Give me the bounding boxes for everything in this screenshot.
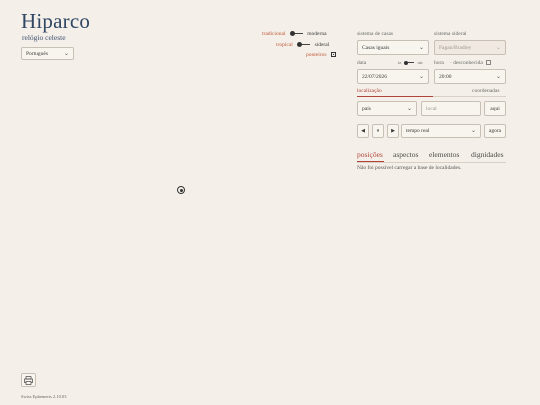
tab-positions[interactable]: posições — [357, 150, 383, 159]
house-system-select[interactable]: Casas iguais ⌄ — [357, 40, 429, 55]
time-value: 20:00 — [439, 74, 452, 80]
chevron-down-icon: ⌄ — [495, 74, 501, 80]
chevron-down-icon: ⌄ — [470, 128, 476, 134]
unknown-time-toggle[interactable]: · desconhecida — [450, 60, 492, 66]
toggle-zodiac-switch[interactable] — [297, 42, 311, 48]
unknown-time-checkbox[interactable] — [486, 60, 492, 66]
tab-aspects[interactable]: aspectos — [393, 150, 418, 159]
footer-version: Swiss Ephemeris 2.10.03 — [21, 394, 67, 399]
time-label: hora — [434, 60, 444, 66]
tz-label: tz — [398, 60, 402, 65]
divider — [433, 96, 506, 97]
language-select-value: Português — [26, 51, 48, 57]
tabs-divider — [357, 162, 506, 163]
sidereal-system-value: Fagan/Bradley — [439, 45, 472, 51]
location-tab-underline — [357, 96, 433, 97]
date-label: data — [357, 60, 367, 66]
toggle-tradition-right-label: moderna — [307, 31, 327, 37]
here-button[interactable]: aqui — [484, 101, 506, 116]
toggle-zodiac-right-label: sideral — [314, 42, 330, 48]
timezone-toggle[interactable]: tz utc — [398, 60, 423, 65]
place-input[interactable]: local — [421, 101, 481, 116]
date-input[interactable]: 22/07/2026 ⌄ — [357, 69, 429, 84]
time-mode-value: tempo real — [406, 128, 430, 134]
app-subtitle: relógio celeste — [22, 33, 66, 42]
country-select[interactable]: país ⌄ — [357, 101, 417, 116]
time-input[interactable]: 20:00 ⌄ — [434, 69, 506, 84]
unknown-time-label: desconhecida — [453, 60, 483, 66]
pause-button[interactable]: ⏸ — [372, 124, 384, 138]
utc-label: utc — [417, 60, 424, 65]
coordinates-link[interactable]: coordenadas — [472, 88, 500, 94]
print-button[interactable] — [21, 373, 36, 387]
chevron-down-icon: ⌄ — [418, 45, 424, 51]
house-system-value: Casas iguais — [362, 45, 390, 51]
toggle-tradition-switch[interactable] — [289, 31, 303, 37]
chevron-down-icon: ⌄ — [418, 74, 424, 80]
status-message: Não foi possível carregar a base de loca… — [357, 165, 462, 171]
tab-dignities[interactable]: dignidades — [471, 150, 504, 159]
loading-indicator — [177, 186, 185, 194]
tab-elements[interactable]: elementos — [429, 150, 459, 159]
printer-icon — [24, 376, 33, 385]
sidereal-system-label: sistema sideral — [434, 31, 467, 37]
toggle-hands-label: ponteiros — [306, 52, 327, 58]
toggle-hands[interactable]: ponteiros — [306, 52, 336, 58]
next-icon: ▶ — [391, 129, 395, 134]
chevron-down-icon: ⌄ — [63, 51, 69, 57]
pause-icon: ⏸ — [376, 129, 380, 134]
tz-switch[interactable] — [404, 60, 415, 65]
chevron-down-icon: ⌄ — [406, 106, 412, 112]
toggle-tradition[interactable]: tradicional moderna — [262, 31, 327, 37]
house-system-label: sistema de casas — [357, 31, 394, 37]
prev-button[interactable]: ◀ — [357, 124, 369, 138]
toggle-zodiac-left-label: tropical — [276, 42, 293, 48]
location-title: localização — [357, 88, 382, 94]
hands-checkbox[interactable] — [330, 52, 336, 58]
next-button[interactable]: ▶ — [387, 124, 399, 138]
date-value: 22/07/2026 — [362, 74, 388, 80]
now-button[interactable]: agora — [484, 124, 506, 138]
language-select[interactable]: Português ⌄ — [21, 47, 74, 60]
prev-icon: ◀ — [361, 129, 365, 134]
app-title: Hiparco — [21, 9, 91, 33]
chevron-down-icon: ⌄ — [495, 45, 501, 51]
country-value: país — [362, 106, 371, 112]
sidereal-system-select[interactable]: Fagan/Bradley ⌄ — [434, 40, 506, 55]
toggle-zodiac[interactable]: tropical sideral — [276, 42, 329, 48]
toggle-tradition-left-label: tradicional — [262, 31, 286, 37]
time-mode-select[interactable]: tempo real ⌄ — [401, 124, 481, 138]
